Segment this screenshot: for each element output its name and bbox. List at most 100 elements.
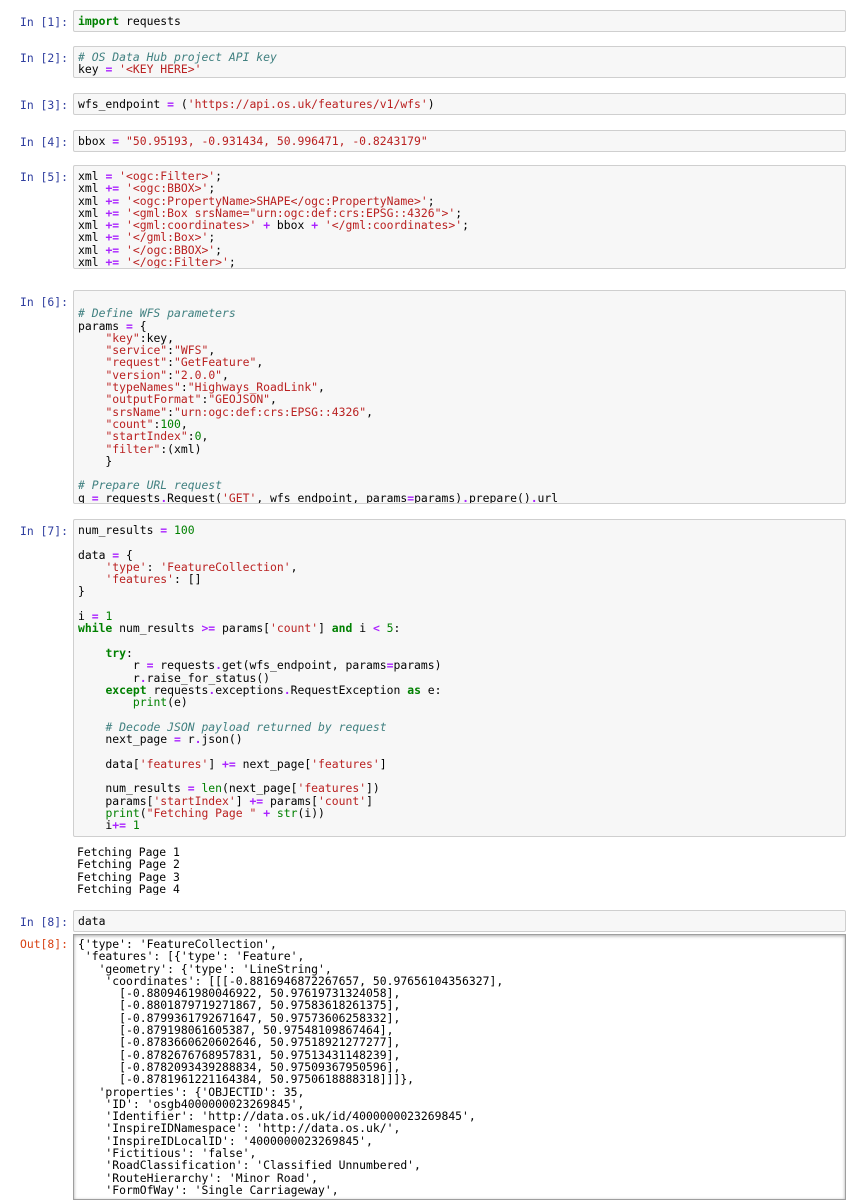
code-cell[interactable]: In [4]: bbox = "50.95193, -0.931434, 50.9… xyxy=(0,130,860,152)
code-cell[interactable]: In [5]: xml = '<ogc:Filter>'; xml += '<ogc… xyxy=(0,165,860,269)
code-token: < xyxy=(372,621,380,636)
code-token: ( xyxy=(174,97,188,111)
code-token: Fetching Page 4 xyxy=(77,881,180,895)
code-editor[interactable]: xml = '<ogc:Filter>'; xml += '<ogc:BBOX>'… xyxy=(73,165,846,269)
code-token: 100 xyxy=(174,523,195,537)
code-token: 'features' xyxy=(139,756,209,771)
code-line: next_page = r.json() xyxy=(74,733,845,745)
code-token: += xyxy=(222,756,236,771)
code-token: '</gml:coordinates>' xyxy=(324,218,463,233)
code-cell[interactable]: In [1]: import requests xyxy=(0,10,860,32)
code-token: "Fetching Page " xyxy=(146,805,257,820)
input-prompt: In [1]: xyxy=(19,15,68,29)
code-line: num_results = 100 xyxy=(74,524,845,536)
code-editor[interactable]: # Define WFS parameters params = { "key":… xyxy=(73,290,846,504)
code-editor[interactable]: bbox = "50.95193, -0.931434, 50.996471, … xyxy=(73,130,846,152)
code-line: data['features'] += next_page['features'… xyxy=(74,756,845,771)
input-prompt: In [8]: xyxy=(19,915,68,929)
code-token: num_results xyxy=(78,523,161,537)
code-token: . xyxy=(462,490,469,504)
code-token: r xyxy=(180,732,195,747)
code-line: bbox = "50.95193, -0.931434, 50.996471, … xyxy=(74,135,845,147)
code-token: 1 xyxy=(132,818,140,833)
input-prompt: In [4]: xyxy=(19,135,68,149)
code-line: 'features': [] xyxy=(74,573,845,585)
code-line: xml += '</ogc:Filter>'; xyxy=(74,256,845,268)
code-token: 'count' xyxy=(270,621,319,636)
code-token: num_results xyxy=(112,621,202,636)
output-cell: Out[8]: {'type': 'FeatureCollection', 'fe… xyxy=(0,934,860,1200)
code-token: bbox xyxy=(78,134,113,148)
code-line: } xyxy=(74,455,845,467)
code-editor[interactable]: wfs_endpoint = ('https://api.os.uk/featu… xyxy=(73,93,846,115)
output-prompt: Out[8]: xyxy=(19,937,68,951)
code-token: += xyxy=(112,818,127,833)
code-line: "srsName":"urn:ogc:def:crs:EPSG::4326", xyxy=(74,406,845,418)
code-token: url xyxy=(537,490,559,504)
code-token: data xyxy=(78,914,106,928)
code-token: , wfs_endpoint, params xyxy=(256,490,408,504)
code-token: 'count' xyxy=(318,793,367,808)
code-token: i xyxy=(352,621,373,636)
code-line: print("Fetching Page " + str(i)) xyxy=(74,807,845,819)
code-token: , xyxy=(318,380,325,395)
code-token: "urn:ogc:def:crs:EPSG::4326" xyxy=(174,404,367,419)
code-token: : [] xyxy=(174,572,202,587)
code-token: , xyxy=(256,355,264,370)
output-line: Fetching Page 1 xyxy=(73,846,846,858)
code-token: key xyxy=(78,62,106,77)
code-token: = xyxy=(91,490,99,504)
code-token: data[ xyxy=(78,756,140,771)
code-token: ; xyxy=(462,218,469,233)
output-area: Fetching Page 1 Fetching Page 2 Fetching P… xyxy=(73,843,846,895)
code-line: params = { xyxy=(74,319,845,332)
stream-output: Fetching Page 1 Fetching Page 2 Fetching P… xyxy=(0,843,860,895)
code-token: bbox xyxy=(270,218,312,233)
code-token: print xyxy=(132,695,168,710)
code-token: :(xml) xyxy=(160,441,202,456)
code-token: 'https://api.os.uk/features/v1/wfs' xyxy=(187,97,428,111)
code-token: import xyxy=(78,14,120,28)
code-token: ] xyxy=(208,756,223,771)
input-prompt: In [6]: xyxy=(19,295,68,309)
code-line: wfs_endpoint = ('https://api.os.uk/featu… xyxy=(74,98,845,110)
code-token: ] xyxy=(379,756,387,771)
code-editor[interactable]: num_results = 100 data = { 'type': 'Feat… xyxy=(73,519,846,837)
code-cell[interactable]: In [2]: # OS Data Hub project API key key … xyxy=(0,46,860,78)
code-token: str xyxy=(276,805,298,820)
code-token: ; xyxy=(228,255,236,269)
code-editor[interactable]: data xyxy=(73,910,846,932)
code-cell[interactable]: In [8]: data xyxy=(0,910,860,932)
code-token: exceptions xyxy=(215,682,284,697)
code-cell[interactable]: In [3]: wfs_endpoint = ('https://api.os.u… xyxy=(0,93,860,115)
code-editor[interactable]: # OS Data Hub project API key key = '<KEY… xyxy=(73,46,846,78)
code-line: i+= 1 xyxy=(74,819,845,831)
code-token: and xyxy=(331,621,353,636)
code-cell[interactable]: In [7]: num_results = 100 data = { 'type'… xyxy=(0,519,860,837)
code-token: Request( xyxy=(167,490,223,504)
code-token: prepare() xyxy=(468,490,531,504)
code-token: requests xyxy=(119,14,181,28)
code-token: next_page[ xyxy=(235,756,312,771)
output-line: Fetching Page 4 xyxy=(73,883,846,895)
code-editor[interactable]: import requests xyxy=(73,10,846,32)
code-line: # Define WFS parameters xyxy=(74,307,845,319)
code-token: RequestException xyxy=(290,682,408,697)
code-token: q xyxy=(78,490,92,504)
code-token: , xyxy=(290,559,298,574)
output-line: 'FormOfWay': 'Single Carriageway', xyxy=(74,1184,845,1196)
code-token: 5 xyxy=(386,621,394,636)
code-token: as xyxy=(407,682,421,697)
code-cell[interactable]: In [6]: # Define WFS parameters params = … xyxy=(0,290,860,504)
code-token: wfs_endpoint xyxy=(78,97,168,111)
code-token: "filter" xyxy=(105,441,161,456)
code-token: e: xyxy=(420,682,442,697)
code-token: . xyxy=(283,682,291,697)
